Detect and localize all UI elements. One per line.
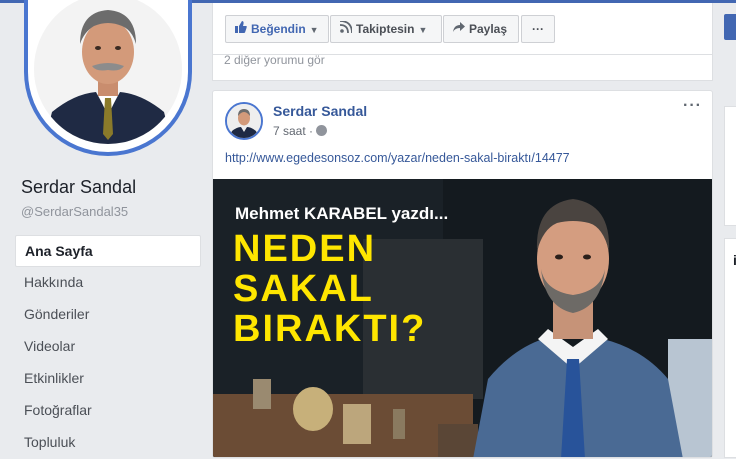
rss-icon [339,16,353,42]
page-handle: @SerdarSandal35 [21,204,129,219]
post-card: Serdar Sandal 7 saat · ··· http://www.eg… [212,90,713,458]
page-action-bar: Beğendin ▼ Takiptesin ▼ Paylaş ··· [212,3,713,55]
view-more-comments-link[interactable]: 2 diğer yorumu gör [224,53,325,67]
image-headline: NEDEN SAKAL BIRAKTI? [233,229,426,349]
more-options-button[interactable]: ··· [521,15,555,43]
liked-label: Beğendin [251,22,306,36]
post-time-text: 7 saat · [273,124,314,138]
right-header-button[interactable] [724,14,736,40]
chevron-down-icon: ▼ [309,25,319,35]
share-label: Paylaş [469,22,508,36]
headline-line-1: NEDEN [233,228,377,270]
post-link[interactable]: http://www.egedesonsoz.com/yazar/neden-s… [225,151,570,165]
post-options-icon[interactable]: ··· [683,97,702,115]
page-title[interactable]: Serdar Sandal [21,177,136,198]
headline-line-3: BIRAKTI? [233,308,427,350]
globe-icon [316,125,328,136]
post-image[interactable]: Mehmet KARABEL yazdı... NEDEN SAKAL BIRA… [213,179,712,457]
following-label: Takiptesin [356,22,415,36]
right-card-2 [724,238,736,458]
profile-picture[interactable] [24,0,192,156]
share-arrow-icon [452,16,466,42]
image-overline: Mehmet KARABEL yazdı... [235,204,449,223]
page-sidebar: Serdar Sandal @SerdarSandal35 Ana Sayfa … [0,0,212,458]
nav-item-ana-sayfa[interactable]: Ana Sayfa [15,235,201,267]
post-timestamp[interactable]: 7 saat · [273,124,328,138]
nav-item-fotograflar[interactable]: Fotoğraflar [15,395,201,427]
profile-photo [34,0,182,144]
nav-item-topluluk[interactable]: Topluluk [15,427,201,459]
headline-line-2: SAKAL [233,268,374,310]
nav-item-etkinlikler[interactable]: Etkinlikler [15,363,201,395]
page-nav: Ana Sayfa Hakkında Gönderiler Videolar E… [15,235,201,459]
thumbs-up-icon [234,16,248,42]
more-dots-icon: ··· [532,22,544,36]
nav-item-hakkinda[interactable]: Hakkında [15,267,201,299]
nav-item-videolar[interactable]: Videolar [15,331,201,363]
liked-button[interactable]: Beğendin ▼ [225,15,329,43]
author-avatar[interactable] [225,102,263,140]
post-author[interactable]: Serdar Sandal [273,103,367,119]
right-card-1 [724,106,736,226]
share-button[interactable]: Paylaş [443,15,519,43]
following-button[interactable]: Takiptesin ▼ [330,15,442,43]
chevron-down-icon: ▼ [418,25,428,35]
nav-item-gonderiler[interactable]: Gönderiler [15,299,201,331]
